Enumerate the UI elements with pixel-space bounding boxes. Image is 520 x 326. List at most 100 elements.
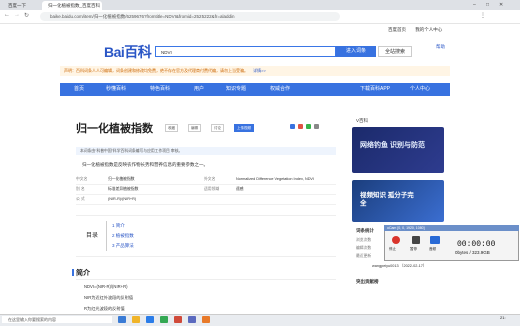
nav-item-home[interactable]: 首页 [74, 83, 84, 96]
pause-icon[interactable] [412, 236, 420, 244]
share-more-icon[interactable] [314, 124, 319, 129]
recording-size: 0bytes / 323.9GB [455, 250, 490, 255]
edit-button[interactable]: 编辑 [188, 124, 201, 132]
info-value: (NIR-R)/(NIR+R) [108, 197, 137, 201]
download-app-link[interactable]: 下载百科APP [360, 83, 390, 96]
edge-icon[interactable] [146, 316, 154, 323]
chrome-icon[interactable] [160, 316, 168, 323]
discuss-label: 讨论 [214, 126, 221, 130]
share-icons [290, 124, 330, 130]
info-key: 适用领域 [204, 187, 220, 191]
nav-item-featured[interactable]: 特色百科 [150, 83, 170, 96]
app-icon[interactable] [188, 316, 196, 323]
back-icon[interactable]: ← [4, 12, 10, 18]
enter-entry-button[interactable]: 进入词条 [336, 46, 376, 57]
section-divider [76, 279, 336, 280]
section-marker [72, 269, 74, 276]
info-value: 标准差异植被指数 [108, 187, 139, 191]
basic-info-table: 中文名 归一化植被指数 外文名 Normalized Difference Ve… [76, 175, 336, 205]
recording-timer: 00:00:00 [457, 240, 496, 249]
info-row: 公 式 (NIR-R)/(NIR+R) [76, 195, 336, 205]
nav-item-miaodong[interactable]: 秒懂百科 [106, 83, 126, 96]
window-minimize-icon[interactable]: – [473, 2, 476, 8]
window-maximize-icon[interactable]: □ [486, 2, 489, 8]
section-title-intro: 简介 [76, 270, 90, 277]
favorite-button[interactable]: 收藏 [165, 124, 178, 132]
disclaimer-text: 声明：百科词条人人可编辑，词条创建和修改均免费，绝不存在官方及代理商付费代编，请… [64, 68, 248, 73]
share-qq-icon[interactable] [290, 124, 295, 129]
help-link[interactable]: 帮助 [436, 44, 445, 50]
info-value: 遥感 [236, 187, 244, 191]
video-card-knowledge[interactable]: 视频知识 孤分子完全 [352, 180, 444, 222]
search-input[interactable]: NDVI [155, 46, 336, 57]
toc-item-intro[interactable]: 1 简介 [112, 223, 125, 229]
app-icon[interactable] [202, 316, 210, 323]
paragraph: NDVI=(NIR-R)/(NIR+R) [84, 284, 128, 289]
tab-baike[interactable]: 归一化植被指数_百度百科 [42, 1, 102, 10]
disclaimer-details-link[interactable]: 详情>> [253, 68, 266, 73]
review-banner: 本词条由“科普中国”科学百科词条编写与应用工作项目 审核。 [76, 147, 336, 155]
info-row: 中文名 归一化植被指数 外文名 Normalized Difference Ve… [76, 175, 336, 185]
window-close-icon[interactable]: ✕ [499, 2, 503, 8]
main-nav: 首页 秒懂百科 特色百科 用户 知识专题 权威合作 下载百科APP 个人中心 [60, 83, 450, 96]
toc-item-algorithm[interactable]: 3 产品算法 [112, 243, 134, 249]
recorder-titlebar: oCam [0, 0, 1920, 1080] [384, 225, 519, 231]
paragraph: R为红光波段的反射值 [84, 306, 125, 311]
pause-button-label[interactable]: 暂停 [410, 247, 417, 252]
forward-icon[interactable]: → [14, 12, 20, 18]
stats-edits: 编辑次数 [356, 246, 372, 250]
v-baike-label: V百科 [356, 118, 369, 123]
app-icon[interactable] [174, 316, 182, 323]
video-card-title: 网络钓鱼 识别与防范 [360, 142, 425, 149]
top-link-user-center[interactable]: 我的个人中心 [415, 27, 442, 32]
toc-item-veg-index[interactable]: 2 植被指数 [112, 233, 134, 239]
top-link-home[interactable]: 百度首页 [388, 27, 406, 32]
user-center-link[interactable]: 个人中心 [410, 83, 430, 96]
reload-icon[interactable]: ↻ [24, 12, 29, 19]
tab-label: 百度一下 [8, 3, 26, 8]
contributors-heading: 突出贡献榜 [356, 279, 379, 284]
share-wechat-icon[interactable] [306, 124, 311, 129]
disclaimer-banner: 声明：百科词条人人可编辑，词条创建和修改均免费，绝不存在官方及代理商付费代编，请… [60, 66, 450, 76]
page-title: 归一化植被指数 [76, 123, 153, 135]
file-explorer-icon[interactable] [132, 316, 140, 323]
stats-views: 浏览次数 [356, 238, 372, 242]
info-key: 中文名 [76, 177, 88, 181]
stop-record-icon[interactable] [392, 236, 400, 244]
audio-button-label[interactable]: 音频 [429, 247, 436, 252]
upload-video-button[interactable]: 上传视频 [234, 124, 254, 132]
table-of-contents: 目录 1 简介 2 植被指数 3 产品算法 [76, 215, 336, 257]
toc-label: 目录 [86, 233, 99, 239]
nav-item-user[interactable]: 用户 [194, 83, 204, 96]
review-text: 本词条由“科普中国”科学百科词条编写与应用工作项目 审核。 [80, 149, 183, 153]
nav-item-partners[interactable]: 权威合作 [270, 83, 290, 96]
tab-baidu[interactable]: 百度一下 [2, 1, 40, 10]
url-field[interactable]: baike.baidu.com/item/归一化植被指数/6259676?fro… [40, 12, 340, 21]
article-summary: 归一化植被指数是反映农作物长势和营养信息的重要参数之一。 [82, 162, 208, 167]
nav-item-topics[interactable]: 知识专题 [226, 83, 246, 96]
upload-video-label: 上传视频 [237, 126, 251, 130]
info-row: 别 名 标准差异植被指数 适用领域 遥感 [76, 185, 336, 195]
video-card-title: 视频知识 孤分子完全 [360, 192, 414, 207]
top-links: 百度首页 我的个人中心 [380, 27, 442, 33]
toc-divider [106, 221, 107, 251]
full-site-search-button[interactable]: 全站搜索 [378, 46, 412, 57]
audio-icon[interactable] [430, 236, 440, 244]
baike-logo[interactable]: Bai百科 [104, 42, 152, 62]
paragraph: NIR为近红外波段的反射值 [84, 295, 134, 300]
info-value: 归一化植被指数 [108, 177, 135, 181]
stats-updater: wangpeiyu0013 （2022-02-17） [372, 264, 427, 268]
stats-updated: 最近更新 [356, 254, 372, 258]
task-view-icon[interactable] [118, 316, 126, 323]
discuss-button[interactable]: 讨论 [211, 124, 224, 132]
video-card-phishing[interactable]: 网络钓鱼 识别与防范 [352, 127, 444, 173]
info-value: Normalized Difference Vegetation Index, … [236, 177, 315, 181]
stop-button-label[interactable]: 停止 [389, 247, 396, 252]
stats-heading: 词条统计 [356, 228, 374, 233]
menu-icon[interactable]: ⋮ [480, 12, 486, 19]
taskbar-clock: 21: [500, 315, 506, 320]
info-key: 公 式 [76, 197, 85, 201]
tab-label: 归一化植被指数_百度百科 [48, 3, 101, 8]
taskbar-search-input[interactable]: 在这里输入你要搜索的内容 [2, 316, 112, 323]
share-weibo-icon[interactable] [298, 124, 303, 129]
